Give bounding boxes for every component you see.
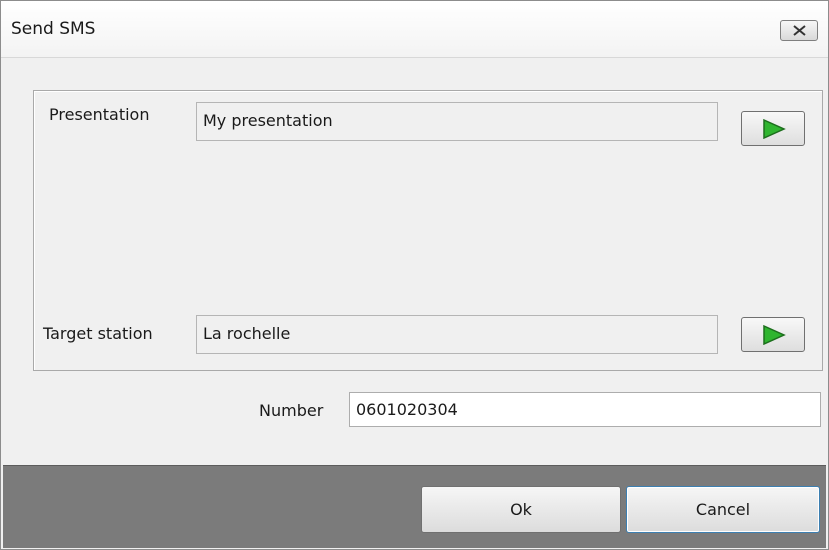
presentation-field: My presentation [196, 102, 718, 141]
number-input[interactable] [349, 392, 821, 427]
cancel-button[interactable]: Cancel [626, 486, 820, 533]
play-arrow-icon [763, 119, 786, 139]
target-station-label: Target station [43, 324, 153, 343]
window-title: Send SMS [11, 19, 96, 39]
presentation-label: Presentation [49, 105, 150, 124]
target-station-select-button[interactable] [741, 317, 805, 352]
send-sms-dialog: Send SMS Presentation My presentation Ta… [0, 0, 829, 550]
play-arrow-icon [763, 325, 786, 345]
ok-button[interactable]: Ok [421, 486, 621, 533]
close-button[interactable] [780, 20, 818, 41]
target-station-field: La rochelle [196, 315, 718, 354]
title-bar[interactable]: Send SMS [1, 1, 828, 58]
close-icon [793, 25, 806, 36]
number-label: Number [259, 401, 324, 420]
presentation-select-button[interactable] [741, 111, 805, 146]
button-bar: Ok Cancel [3, 465, 826, 548]
